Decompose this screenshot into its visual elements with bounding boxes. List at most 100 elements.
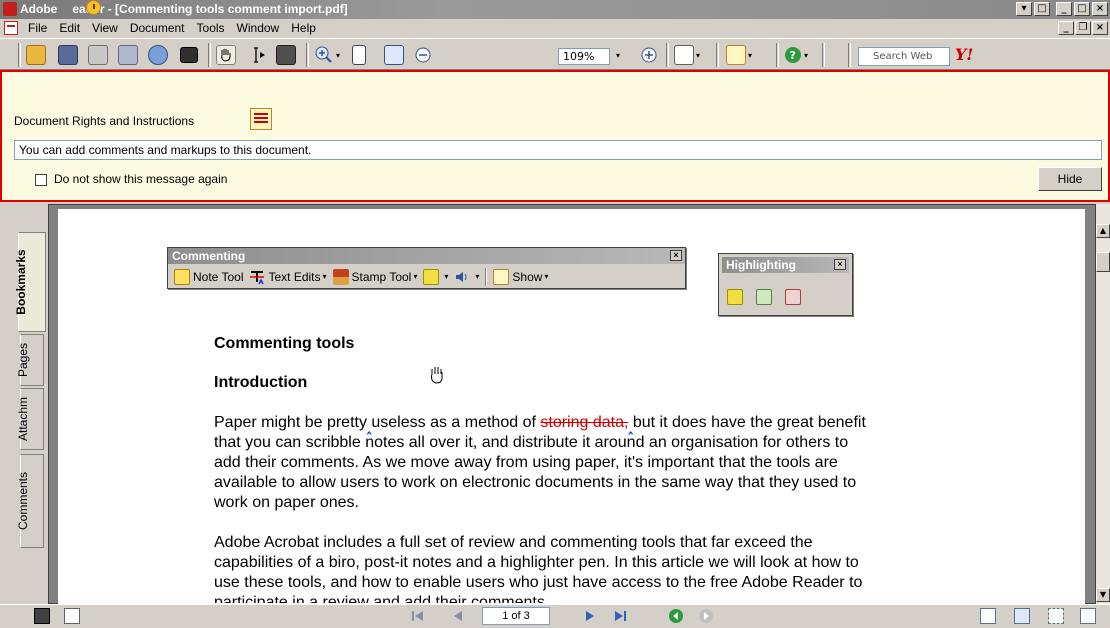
window-minimize-button[interactable]: _ <box>1056 2 1072 16</box>
scroll-thumb[interactable] <box>1096 252 1110 272</box>
zoom-out-icon[interactable] <box>414 43 432 67</box>
cross-out-text-button[interactable] <box>785 288 804 305</box>
adobe-reader-icon[interactable] <box>3 2 17 16</box>
save-icon[interactable] <box>58 43 78 67</box>
window-close-button[interactable]: × <box>1092 2 1108 16</box>
tab-attachments[interactable]: Attachm <box>16 388 44 450</box>
search-web-input[interactable]: Search Web <box>858 47 950 66</box>
previous-page-icon[interactable] <box>450 608 466 624</box>
show-button[interactable]: Show ▾ <box>493 268 548 285</box>
highlight-text-button[interactable] <box>727 288 746 305</box>
rotate-view-icon[interactable]: ▾ <box>674 43 700 67</box>
tab-pages[interactable]: Pages <box>16 334 44 386</box>
doc-paragraph-2-line-1: Adobe Acrobat includes a full set of rev… <box>214 534 813 551</box>
continuous-facing-icon[interactable] <box>1080 608 1096 624</box>
page-number-input[interactable]: 1 of 3 <box>482 607 550 625</box>
insert-caret-mark[interactable]: ‸ <box>628 419 632 434</box>
note-icon <box>174 268 190 285</box>
speaker-icon <box>454 269 470 285</box>
document-icon[interactable] <box>4 21 18 35</box>
zoom-in-tool-icon[interactable]: ▾ <box>314 43 340 67</box>
comment-tools-icon[interactable]: ▾ <box>726 43 752 67</box>
highlight-text-icon <box>727 288 743 305</box>
last-page-icon[interactable] <box>612 608 628 624</box>
scroll-up-button[interactable]: ▲ <box>1096 224 1110 238</box>
insert-caret-mark[interactable]: ‸ <box>367 419 371 434</box>
toolbar-separator <box>716 43 719 67</box>
zoom-dropdown-icon[interactable]: ▾ <box>614 43 620 67</box>
doc-minimize-button[interactable]: _ <box>1058 21 1074 35</box>
strikethrough-text[interactable]: storing data, <box>540 414 628 431</box>
fit-page-icon[interactable] <box>352 43 366 67</box>
doc-paragraph-2-line-2: capabilities of a biro, post-it notes an… <box>214 554 859 571</box>
attach-icon[interactable] <box>118 43 138 67</box>
window-menu-button[interactable]: ▾ <box>1016 2 1032 16</box>
highlighter-icon <box>423 268 440 285</box>
help-icon[interactable]: ? ▾ <box>784 43 808 67</box>
commenting-toolbar[interactable]: Commenting × Note Tool Text Edits ▾ Stamp … <box>167 247 686 289</box>
single-page-icon[interactable] <box>980 608 996 624</box>
zoom-level-input[interactable]: 109% <box>558 48 610 65</box>
toolbar-separator <box>208 43 211 67</box>
main-toolbar: ▾ 109% ▾ ▾ ▾ ? ▾ Search Web Y! <box>0 38 1110 70</box>
stamp-tool-button[interactable]: Stamp Tool ▾ <box>332 268 417 285</box>
banner-title: Document Rights and Instructions <box>14 114 195 128</box>
do-not-show-label[interactable]: Do not show this message again <box>54 172 227 186</box>
continuous-icon[interactable] <box>1014 608 1030 624</box>
underline-text-icon <box>756 288 772 305</box>
next-page-icon[interactable] <box>582 608 598 624</box>
window-restore-button[interactable]: □ <box>1034 2 1050 16</box>
note-tool-button[interactable]: Note Tool <box>174 268 243 285</box>
tab-bookmarks[interactable]: Bookmarks <box>14 232 46 332</box>
doc-close-button[interactable]: × <box>1092 21 1108 35</box>
highlight-tool-button[interactable]: ▾ <box>423 268 448 285</box>
facing-icon[interactable] <box>1048 608 1064 624</box>
menu-help[interactable]: Help <box>285 21 322 35</box>
snapshot-icon[interactable] <box>276 43 296 67</box>
vertical-scrollbar[interactable]: ▲ ▼ <box>1096 204 1110 604</box>
scroll-down-button[interactable]: ▼ <box>1096 588 1110 602</box>
menu-window[interactable]: Window <box>231 21 286 35</box>
commenting-toolbar-title: Commenting × <box>168 248 685 264</box>
sound-tool-button[interactable]: ▾ <box>454 269 479 285</box>
doc-paragraph-2-line-3: use these tools, and how to enable users… <box>214 574 863 591</box>
hand-tool-icon[interactable] <box>216 43 236 67</box>
highlighting-close-button[interactable]: × <box>834 259 846 270</box>
highlighting-toolbar[interactable]: Highlighting × <box>718 253 853 316</box>
menu-file[interactable]: File <box>22 21 53 35</box>
menu-tools[interactable]: Tools <box>191 21 231 35</box>
menu-view[interactable]: View <box>86 21 124 35</box>
doc-restore-button[interactable]: ❐ <box>1075 21 1091 35</box>
zoom-in-icon[interactable] <box>640 43 658 67</box>
fit-width-icon[interactable] <box>384 43 404 67</box>
text-edits-button[interactable]: Text Edits ▾ <box>249 269 327 285</box>
commenting-close-button[interactable]: × <box>670 250 682 261</box>
menu-document[interactable]: Document <box>124 21 191 35</box>
highlighting-toolbar-title: Highlighting × <box>722 257 849 273</box>
page-layout-icon[interactable] <box>64 608 80 624</box>
email-icon[interactable] <box>148 43 168 67</box>
print-icon[interactable] <box>88 43 108 67</box>
toolbar-separator <box>666 43 669 67</box>
hide-button[interactable]: Hide <box>1038 167 1102 191</box>
toolbar-separator <box>776 43 779 67</box>
stamp-icon <box>332 268 349 285</box>
yahoo-logo[interactable]: Y! <box>955 45 973 64</box>
tab-comments[interactable]: Comments <box>16 454 44 548</box>
toolbar-separator <box>822 43 825 67</box>
tab-bookmarks-label: Bookmarks <box>14 249 28 315</box>
nav-pane-toggle-icon[interactable] <box>34 608 50 624</box>
select-text-icon[interactable] <box>248 43 268 67</box>
underline-text-button[interactable] <box>756 288 775 305</box>
window-maximize-button[interactable]: □ <box>1074 2 1090 16</box>
first-page-icon[interactable] <box>410 608 426 624</box>
menu-edit[interactable]: Edit <box>53 21 86 35</box>
next-view-icon[interactable] <box>698 608 714 624</box>
status-bar <box>0 604 1110 628</box>
cross-out-text-icon <box>785 288 801 305</box>
open-icon[interactable] <box>26 43 46 67</box>
find-icon[interactable] <box>180 43 198 67</box>
doc-paragraph-1-line-3: add their comments. As we move away from… <box>214 454 838 471</box>
do-not-show-checkbox[interactable] <box>35 174 47 186</box>
previous-view-icon[interactable] <box>668 608 684 624</box>
